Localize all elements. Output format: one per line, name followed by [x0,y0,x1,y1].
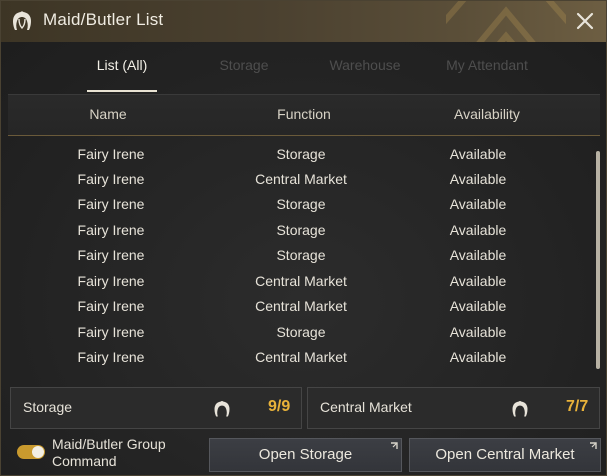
tab-bar: List (All) Storage Warehouse My Attendan… [1,42,606,94]
storage-summary-panel: Storage 9/9 [10,387,302,429]
open-central-market-button[interactable]: Open Central Market [409,438,601,472]
window-title: Maid/Butler List [43,10,164,29]
tab-list-all[interactable]: List (All) [87,57,157,73]
list-scrollbar[interactable] [596,151,600,369]
row-availability: Available [449,298,507,314]
market-summary-panel: Central Market 7/7 [307,387,600,429]
row-function: Central Market [255,171,347,187]
row-function: Storage [276,196,326,212]
row-name: Fairy Irene [77,298,145,314]
open-storage-button[interactable]: Open Storage [209,438,402,472]
table-row[interactable]: Fairy Irene Central Market Available [8,268,588,293]
maid-butler-list-window: Maid/Butler List List (All) Storage Ware… [0,0,607,476]
row-name: Fairy Irene [77,324,145,340]
row-function: Storage [276,222,326,238]
title-bar[interactable]: Maid/Butler List [1,1,606,42]
table-row[interactable]: Fairy Irene Storage Available [8,141,588,166]
table-row[interactable]: Fairy Irene Storage Available [8,242,588,267]
table-header: Name Function Availability [8,94,600,136]
row-name: Fairy Irene [77,349,145,365]
open-central-market-label: Open Central Market [435,446,575,463]
table-row[interactable]: Fairy Irene Storage Available [8,319,588,344]
row-function: Storage [276,247,326,263]
title-decoration [446,1,566,42]
table-row[interactable]: Fairy Irene Central Market Available [8,344,588,369]
row-function: Storage [276,324,326,340]
attendant-list[interactable]: Fairy Irene Storage Available Fairy Iren… [8,139,600,379]
row-name: Fairy Irene [77,146,145,162]
group-command-toggle[interactable] [17,445,45,459]
row-function: Central Market [255,273,347,289]
market-count: 7/7 [566,398,589,415]
close-icon[interactable] [574,10,596,32]
maid-hair-icon [13,11,31,30]
tab-storage[interactable]: Storage [209,57,279,73]
row-function: Central Market [255,349,347,365]
active-tab-indicator [87,90,157,92]
table-row[interactable]: Fairy Irene Storage Available [8,217,588,242]
row-availability: Available [449,324,507,340]
storage-count: 9/9 [268,398,291,415]
table-row[interactable]: Fairy Irene Storage Available [8,191,588,216]
external-corner-icon [391,442,398,449]
maid-hair-icon [214,401,230,417]
column-header-name: Name [89,106,127,122]
open-storage-label: Open Storage [258,446,353,463]
tab-warehouse[interactable]: Warehouse [325,57,405,73]
row-availability: Available [449,146,507,162]
row-availability: Available [449,171,507,187]
tab-my-attendant[interactable]: My Attendant [437,57,537,73]
market-summary-label: Central Market [320,399,412,415]
row-function: Central Market [255,298,347,314]
storage-summary-label: Storage [23,399,73,415]
row-name: Fairy Irene [77,222,145,238]
column-header-availability: Availability [454,106,520,122]
external-corner-icon [590,442,597,449]
table-row[interactable]: Fairy Irene Central Market Available [8,293,588,318]
row-name: Fairy Irene [77,196,145,212]
row-availability: Available [449,349,507,365]
row-name: Fairy Irene [77,273,145,289]
row-availability: Available [449,273,507,289]
column-header-function: Function [277,106,331,122]
row-function: Storage [276,146,326,162]
row-name: Fairy Irene [77,247,145,263]
row-availability: Available [449,196,507,212]
row-availability: Available [449,222,507,238]
table-row[interactable]: Fairy Irene Central Market Available [8,166,588,191]
row-availability: Available [449,247,507,263]
maid-hair-icon [512,401,528,417]
group-command-label: Maid/Butler Group Command [52,436,166,469]
toggle-knob [32,446,44,458]
row-name: Fairy Irene [77,171,145,187]
